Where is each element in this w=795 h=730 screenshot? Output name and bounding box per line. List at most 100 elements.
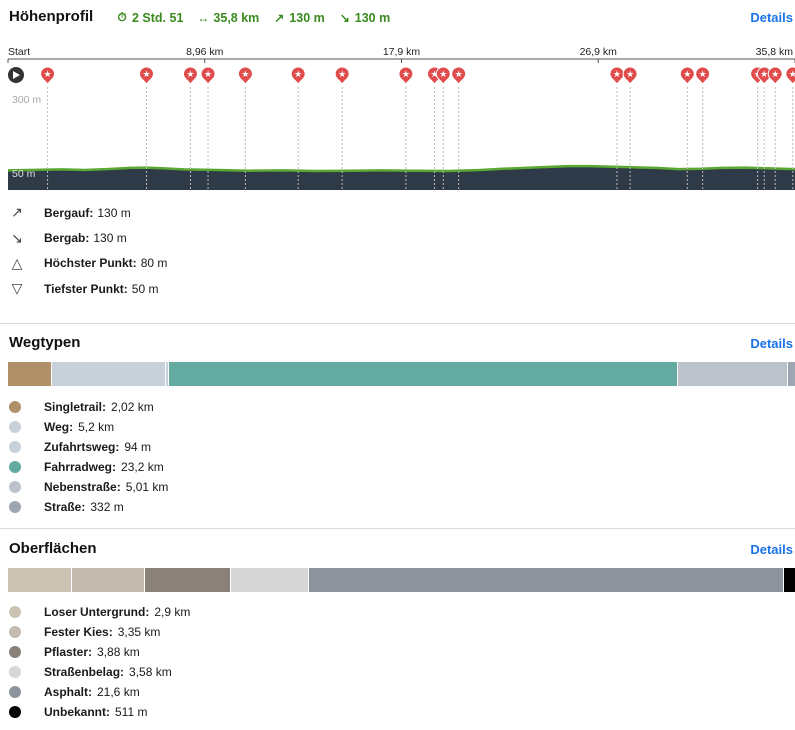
summary-value: 130 m xyxy=(97,205,131,220)
highlight-marker-icon[interactable]: ★ xyxy=(785,66,795,85)
descent-value: 130 m xyxy=(354,10,391,25)
color-swatch xyxy=(9,421,21,433)
highlight-marker-icon[interactable]: ★ xyxy=(435,66,451,85)
highlight-marker-icon[interactable]: ★ xyxy=(622,66,638,85)
x-tick-label: Start xyxy=(8,46,30,58)
legend-value: 3,88 km xyxy=(97,645,140,659)
color-swatch xyxy=(9,686,21,698)
oberflaechen-legend: Loser Untergrund: 2,9 km Fester Kies: 3,35 … xyxy=(0,602,190,722)
legend-label: Asphalt: xyxy=(44,685,92,699)
descent-stat: ↘ 130 m xyxy=(339,10,390,25)
legend-label: Unbekannt: xyxy=(44,705,110,719)
legend-label: Pflaster: xyxy=(44,645,93,659)
legend-value: 2,9 km xyxy=(154,605,191,619)
legend-row: Straßenbelag: 3,58 km xyxy=(0,662,190,682)
ascent-stat: ↗ 130 m xyxy=(273,10,324,25)
highlight-marker-icon[interactable]: ★ xyxy=(237,66,253,85)
section-divider xyxy=(0,528,795,529)
legend-row: Fahrradweg: 23,2 km xyxy=(0,457,168,477)
wegtypen-details-link[interactable]: Details xyxy=(750,336,793,351)
x-tick-label: 26,9 km xyxy=(580,46,618,58)
summary-label: Bergab: xyxy=(44,231,90,246)
x-tick-label: 17,9 km xyxy=(383,46,421,58)
svg-text:★: ★ xyxy=(626,70,634,80)
summary-row-descent: ↘ Bergab: 130 m xyxy=(0,225,167,250)
elevation-details-link[interactable]: Details xyxy=(750,10,793,25)
color-swatch xyxy=(9,481,21,493)
bar-segment[interactable] xyxy=(787,362,795,386)
wegtypen-title: Wegtypen xyxy=(9,334,81,351)
summary-row-highest: △ Höchster Punkt: 80 m xyxy=(0,251,168,276)
oberflaechen-details-link[interactable]: Details xyxy=(750,542,793,557)
highlight-marker-icon[interactable]: ★ xyxy=(182,66,198,85)
color-swatch xyxy=(9,666,21,678)
elevation-chart[interactable]: Start 8,96 km 17,9 km 26,9 km 35,8 km 300 m 50… xyxy=(0,42,795,192)
arrow-down-right-icon: ↘ xyxy=(339,10,350,25)
highlight-marker-icon[interactable]: ★ xyxy=(200,66,216,85)
color-swatch xyxy=(9,501,21,513)
summary-label: Tiefster Punkt: xyxy=(44,281,128,296)
x-tick-label: 35,8 km xyxy=(756,46,794,58)
highlight-marker-icon[interactable]: ★ xyxy=(398,66,414,85)
bar-segment[interactable] xyxy=(783,568,795,592)
svg-text:★: ★ xyxy=(613,70,621,80)
distance-value: 35,8 km xyxy=(213,10,260,25)
legend-value: 23,2 km xyxy=(121,460,164,474)
bar-segment[interactable] xyxy=(71,568,146,592)
legend-value: 2,02 km xyxy=(111,400,154,414)
legend-value: 332 m xyxy=(90,500,124,514)
arrow-up-right-icon: ↗ xyxy=(11,204,23,221)
legend-value: 94 m xyxy=(124,440,152,454)
highlight-marker-icon[interactable]: ★ xyxy=(290,66,306,85)
legend-row: Pflaster: 3,88 km xyxy=(0,642,190,662)
legend-row: Nebenstraße: 5,01 km xyxy=(0,477,168,497)
svg-text:★: ★ xyxy=(402,70,410,80)
legend-label: Straße: xyxy=(44,500,86,514)
bar-segment[interactable] xyxy=(677,362,788,386)
summary-value: 80 m xyxy=(140,256,168,271)
bar-segment[interactable] xyxy=(168,362,678,386)
duration-value: 2 Std. 51 xyxy=(132,10,184,25)
summary-row-ascent: ↗ Bergauf: 130 m xyxy=(0,200,167,225)
highlight-marker-icon[interactable]: ★ xyxy=(695,66,711,85)
svg-text:★: ★ xyxy=(771,70,779,80)
highlight-marker-icon[interactable]: ★ xyxy=(334,66,350,85)
summary-label: Höchster Punkt: xyxy=(44,256,137,271)
bar-segment[interactable] xyxy=(145,568,231,592)
highlight-marker-icon[interactable]: ★ xyxy=(609,66,625,85)
svg-text:★: ★ xyxy=(760,70,768,80)
wegtypen-bar[interactable] xyxy=(8,362,795,386)
bar-segment[interactable] xyxy=(8,568,72,592)
svg-text:★: ★ xyxy=(338,70,346,80)
highlight-marker-icon[interactable]: ★ xyxy=(767,66,783,85)
horizontal-arrows-icon: ↔ xyxy=(197,10,210,25)
bar-segment[interactable] xyxy=(8,362,53,386)
svg-text:★: ★ xyxy=(241,70,249,80)
arrow-up-right-icon: ↗ xyxy=(274,10,285,25)
highlight-marker-icon[interactable]: ★ xyxy=(679,66,695,85)
legend-value: 3,58 km xyxy=(129,665,172,679)
triangle-down-icon: ▽ xyxy=(11,280,23,297)
highlight-marker-icon[interactable]: ★ xyxy=(40,66,56,85)
legend-row: Fester Kies: 3,35 km xyxy=(0,622,190,642)
bar-segment[interactable] xyxy=(52,362,167,386)
highlight-marker-icon[interactable]: ★ xyxy=(138,66,154,85)
summary-value: 50 m xyxy=(131,281,159,296)
svg-text:★: ★ xyxy=(439,70,447,80)
bar-segment[interactable] xyxy=(230,568,310,592)
summary-label: Bergauf: xyxy=(44,205,94,220)
oberflaechen-bar[interactable] xyxy=(8,568,795,592)
elevation-summary: ↗ Bergauf: 130 m ↘ Bergab: 130 m △ Höchs… xyxy=(0,200,167,302)
distance-stat: ↔ 35,8 km xyxy=(197,10,259,25)
legend-value: 511 m xyxy=(115,705,148,719)
svg-text:★: ★ xyxy=(142,70,150,80)
start-marker-icon[interactable] xyxy=(8,67,24,83)
highlight-marker-icon[interactable]: ★ xyxy=(451,66,467,85)
svg-text:★: ★ xyxy=(186,70,194,80)
legend-label: Zufahrtsweg: xyxy=(44,440,120,454)
bar-segment[interactable] xyxy=(309,568,784,592)
y-bottom-label: 50 m xyxy=(12,168,36,180)
color-swatch xyxy=(9,706,21,718)
legend-row: Straße: 332 m xyxy=(0,497,168,517)
legend-label: Loser Untergrund: xyxy=(44,605,150,619)
